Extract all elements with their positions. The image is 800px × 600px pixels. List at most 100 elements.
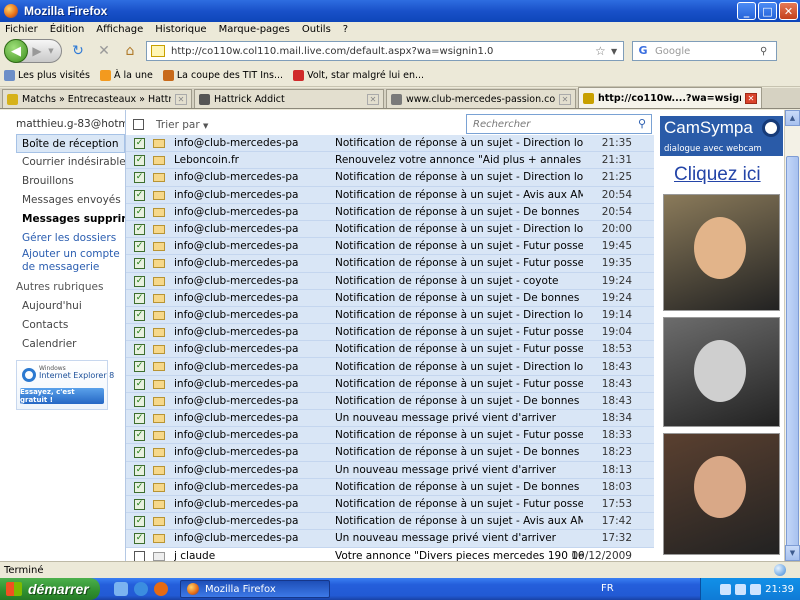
- message-checkbox[interactable]: ✓: [134, 395, 145, 407]
- message-row[interactable]: ✓ info@club-mercedes-pa Un nouveau message…: [126, 410, 654, 428]
- message-subject[interactable]: Notification de réponse à un sujet - De …: [335, 292, 583, 304]
- message-checkbox[interactable]: ✓: [134, 189, 145, 201]
- message-row[interactable]: ✓ info@club-mercedes-pa Notification de ré…: [126, 238, 654, 256]
- message-row[interactable]: ✓ info@club-mercedes-pa Notification de ré…: [126, 375, 654, 393]
- home-button[interactable]: ⌂: [120, 41, 140, 61]
- message-checkbox[interactable]: [134, 550, 145, 561]
- sidebar-item-calendar[interactable]: Calendrier: [0, 335, 125, 354]
- message-sender[interactable]: Leboncoin.fr: [174, 154, 326, 166]
- message-sender[interactable]: info@club-mercedes-pa: [174, 223, 326, 235]
- volume-icon[interactable]: [735, 583, 747, 595]
- manage-folders-link[interactable]: Gérer les dossiers: [0, 232, 125, 245]
- message-sender[interactable]: info@club-mercedes-pa: [174, 464, 326, 476]
- message-checkbox[interactable]: ✓: [134, 309, 145, 321]
- message-checkbox[interactable]: ✓: [134, 378, 145, 390]
- start-button[interactable]: démarrer: [0, 578, 100, 600]
- message-subject[interactable]: Notification de réponse à un sujet - Fut…: [335, 429, 583, 441]
- message-checkbox[interactable]: ✓: [134, 223, 145, 235]
- message-checkbox[interactable]: ✓: [134, 533, 145, 545]
- message-row[interactable]: ✓ info@club-mercedes-pa Notification de ré…: [126, 427, 654, 445]
- menu-outils[interactable]: Outils: [302, 24, 331, 35]
- close-button[interactable]: ✕: [779, 2, 798, 20]
- security-icon[interactable]: [750, 583, 762, 595]
- minimize-button[interactable]: _: [737, 2, 756, 20]
- ad-photo[interactable]: [663, 317, 780, 427]
- browser-tab[interactable]: Matchs » Entrecasteaux » Hattrick ✕: [2, 89, 192, 108]
- ad-photo[interactable]: [663, 433, 780, 555]
- message-subject[interactable]: Notification de réponse à un sujet - coy…: [335, 275, 583, 287]
- message-checkbox[interactable]: ✓: [134, 275, 145, 287]
- scrollbar-thumb[interactable]: [786, 156, 799, 550]
- message-sender[interactable]: info@club-mercedes-pa: [174, 378, 326, 390]
- message-checkbox[interactable]: ✓: [134, 241, 145, 253]
- message-row[interactable]: ✓ info@club-mercedes-pa Notification de ré…: [126, 135, 654, 153]
- message-checkbox[interactable]: ✓: [134, 292, 145, 304]
- message-checkbox[interactable]: ✓: [134, 413, 145, 424]
- select-all-checkbox[interactable]: [133, 119, 144, 130]
- message-subject[interactable]: Notification de réponse à un sujet - Avi…: [335, 189, 583, 201]
- message-subject[interactable]: Notification de réponse à un sujet - De …: [335, 446, 583, 458]
- message-checkbox[interactable]: ✓: [134, 481, 145, 493]
- bookmark-star-icon[interactable]: ☆: [595, 44, 611, 58]
- history-dropdown-icon[interactable]: ▼: [46, 42, 56, 60]
- message-row[interactable]: ✓ info@club-mercedes-pa Notification de ré…: [126, 358, 654, 376]
- message-row[interactable]: ✓ info@club-mercedes-pa Notification de ré…: [126, 272, 654, 290]
- message-row[interactable]: ✓ info@club-mercedes-pa Notification de ré…: [126, 341, 654, 359]
- message-checkbox[interactable]: ✓: [134, 155, 145, 167]
- add-account-link[interactable]: Ajouter un compte de messagerie: [0, 248, 125, 274]
- message-checkbox[interactable]: ✓: [134, 172, 145, 184]
- camsympa-banner[interactable]: CamSympa dialogue avec webcam: [660, 116, 783, 156]
- message-subject[interactable]: Un nouveau message privé vient d'arriver: [335, 412, 583, 424]
- message-sender[interactable]: info@club-mercedes-pa: [174, 240, 326, 252]
- sidebar-item-contacts[interactable]: Contacts: [0, 316, 125, 335]
- ad-photo[interactable]: [663, 194, 780, 311]
- message-row[interactable]: ✓ Leboncoin.fr Renouvelez votre annonce "A…: [126, 152, 654, 170]
- account-name[interactable]: matthieu.g-83@hotmail: [0, 110, 141, 130]
- menu-fichier[interactable]: Fichier: [5, 24, 38, 35]
- message-row[interactable]: ✓ info@club-mercedes-pa Notification de ré…: [126, 324, 654, 342]
- message-sender[interactable]: info@club-mercedes-pa: [174, 275, 326, 287]
- bookmark-item[interactable]: À la une: [99, 70, 153, 81]
- maximize-button[interactable]: □: [758, 2, 777, 20]
- message-sender[interactable]: info@club-mercedes-pa: [174, 532, 326, 544]
- message-sender[interactable]: info@club-mercedes-pa: [174, 171, 326, 183]
- ad-cta-link[interactable]: Cliquez ici: [674, 164, 761, 186]
- sidebar-folder[interactable]: Messages supprin: [0, 210, 125, 229]
- message-sender[interactable]: info@club-mercedes-pa: [174, 515, 326, 527]
- message-subject[interactable]: Notification de réponse à un sujet - Dir…: [335, 361, 583, 373]
- message-sender[interactable]: info@club-mercedes-pa: [174, 429, 326, 441]
- menu-edition[interactable]: Édition: [50, 24, 85, 35]
- tab-close-icon[interactable]: ✕: [559, 93, 571, 105]
- message-sender[interactable]: info@club-mercedes-pa: [174, 446, 326, 458]
- network-icon[interactable]: [720, 583, 732, 595]
- message-row[interactable]: ✓ info@club-mercedes-pa Notification de ré…: [126, 306, 654, 325]
- message-row[interactable]: ✓ info@club-mercedes-pa Notification de ré…: [126, 444, 654, 462]
- forward-button[interactable]: ▶: [28, 42, 46, 60]
- firefox-quicklaunch-icon[interactable]: [154, 582, 168, 596]
- message-row[interactable]: ✓ info@club-mercedes-pa Notification de ré…: [126, 255, 654, 273]
- message-sender[interactable]: info@club-mercedes-pa: [174, 343, 326, 355]
- bookmark-item[interactable]: Les plus visités: [4, 70, 90, 81]
- scroll-up-icon[interactable]: ▲: [785, 110, 800, 126]
- message-subject[interactable]: Renouvelez votre annonce "Aid plus + ann…: [335, 154, 583, 166]
- message-subject[interactable]: Notification de réponse à un sujet - De …: [335, 481, 583, 493]
- message-checkbox[interactable]: ✓: [134, 464, 145, 476]
- sidebar-folder[interactable]: Messages envoyés: [0, 191, 125, 210]
- bookmark-item[interactable]: La coupe des TIT Ins...: [162, 70, 283, 81]
- page-scrollbar[interactable]: ▲ ▼: [784, 110, 800, 561]
- message-subject[interactable]: Notification de réponse à un sujet - Avi…: [335, 515, 583, 527]
- message-row[interactable]: ✓ info@club-mercedes-pa Notification de ré…: [126, 392, 654, 410]
- message-checkbox[interactable]: ✓: [134, 138, 145, 149]
- message-subject[interactable]: Notification de réponse à un sujet - Fut…: [335, 257, 583, 269]
- message-sender[interactable]: info@club-mercedes-pa: [174, 481, 326, 493]
- show-desktop-icon[interactable]: [114, 582, 128, 596]
- language-indicator[interactable]: FR: [601, 583, 614, 594]
- message-row[interactable]: ✓ info@club-mercedes-pa Notification de ré…: [126, 220, 654, 239]
- message-sender[interactable]: info@club-mercedes-pa: [174, 326, 326, 338]
- message-row[interactable]: j claude Votre annonce "Divers pieces mer…: [126, 547, 654, 561]
- google-icon[interactable]: G: [635, 44, 651, 58]
- message-checkbox[interactable]: ✓: [134, 361, 145, 373]
- message-row[interactable]: ✓ info@club-mercedes-pa Notification de ré…: [126, 169, 654, 187]
- message-subject[interactable]: Notification de réponse à un sujet - Fut…: [335, 378, 583, 390]
- ie8-try-button[interactable]: Essayez, c'est gratuit !: [20, 388, 104, 404]
